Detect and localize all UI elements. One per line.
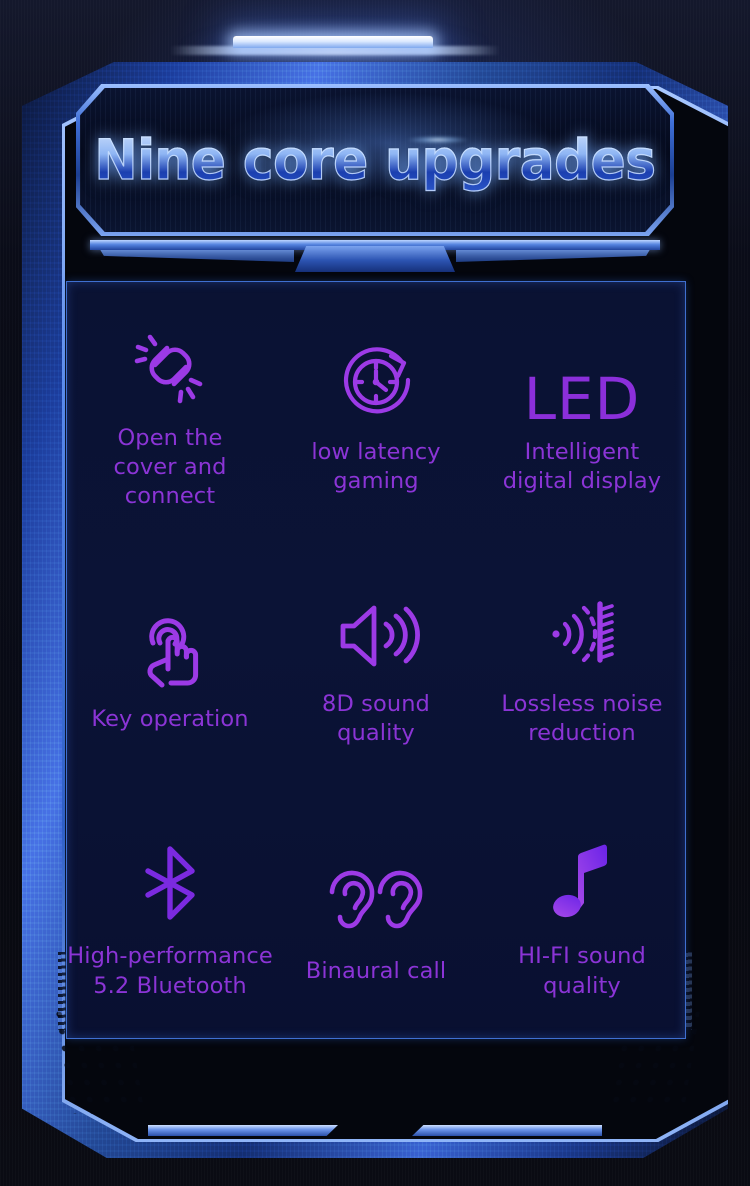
feature-label: low latency gaming [311, 438, 440, 496]
feature-label: Open the cover and connect [67, 424, 273, 511]
feature-label: High-performance 5.2 Bluetooth [67, 941, 273, 1001]
feature-item-open-cover-connect: Open the cover and connect [67, 282, 273, 534]
speaker-sound-waves-icon [328, 572, 424, 680]
music-note-icon [534, 823, 630, 931]
chain-link-connect-icon [122, 306, 218, 414]
feature-item-low-latency-gaming: low latency gaming [273, 282, 479, 534]
bottom-trim-left [148, 1125, 338, 1136]
feature-label: Intelligent digital display [503, 438, 661, 496]
feature-label: HI-FI sound quality [518, 941, 646, 1001]
promo-graphic-stage: Nine core upgrades Open the cover and co… [0, 0, 750, 1186]
title-crossbar-center-block [295, 246, 455, 272]
feature-item-lossless-noise-reduction: Lossless noise reduction [479, 534, 685, 786]
feature-label: Lossless noise reduction [501, 690, 662, 748]
feature-item-8d-sound-quality: 8D sound quality [273, 534, 479, 786]
feature-grid: Open the cover and connect low latency g… [67, 282, 685, 1038]
two-ears-binaural-icon [320, 838, 432, 946]
feature-item-key-operation: Key operation [67, 534, 273, 786]
touch-hand-tap-icon [122, 587, 218, 695]
led-light-bar-icon [233, 36, 433, 48]
feature-item-led-digital-display: LED Intelligent digital display [479, 282, 685, 534]
clock-low-latency-icon [328, 320, 424, 428]
feature-label: 8D sound quality [322, 690, 430, 748]
feature-item-binaural-call: Binaural call [273, 786, 479, 1038]
led-word: LED [524, 370, 641, 428]
feature-item-bluetooth-52: High-performance 5.2 Bluetooth [67, 786, 273, 1038]
feature-label: Key operation [91, 705, 248, 734]
feature-label: Binaural call [306, 956, 446, 986]
bottom-trim-right [412, 1125, 602, 1136]
title-panel: Nine core upgrades [76, 84, 674, 236]
noise-reduction-barrier-icon [534, 572, 630, 680]
feature-panel: Open the cover and connect low latency g… [66, 281, 686, 1039]
feature-item-hifi-sound-quality: HI-FI sound quality [479, 786, 685, 1038]
led-text-icon: LED [524, 320, 641, 428]
page-title: Nine core upgrades [94, 84, 656, 236]
bluetooth-icon [122, 823, 218, 931]
